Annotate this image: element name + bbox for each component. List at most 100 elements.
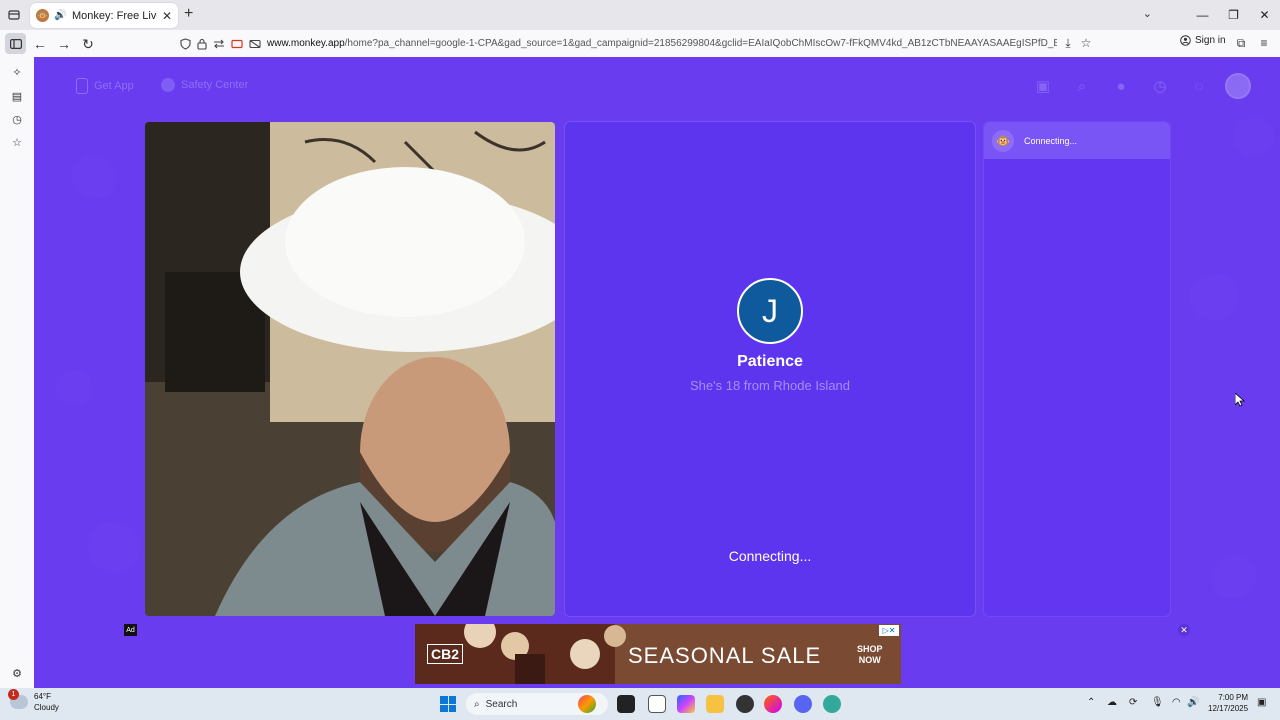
tab-list-icon[interactable]	[4, 5, 24, 25]
ad-brand: CB2	[427, 644, 464, 664]
monkey-favicon-icon: 🐵	[36, 9, 49, 22]
clock-time: 7:00 PM	[1218, 693, 1249, 702]
menu-icon[interactable]: ≡	[1257, 36, 1271, 50]
chat-status: Connecting...	[1024, 135, 1078, 146]
synced-tabs-icon[interactable]: ▤	[9, 88, 25, 104]
settings-gear-icon[interactable]: ⚙	[9, 665, 25, 681]
forward-button[interactable]: →	[54, 34, 74, 54]
onedrive-icon[interactable]: ☁	[1107, 697, 1117, 708]
minimize-button[interactable]: —	[1187, 0, 1218, 30]
taskbar: 1 64°F Cloudy ⌕ Search ⌃ ☁ ⟳ 🎙 ◠ 🔊 7:00 P…	[0, 688, 1280, 720]
chat-panel: 🐵 Connecting...	[983, 121, 1171, 617]
notepad-icon[interactable]	[648, 695, 666, 713]
copilot-icon[interactable]	[677, 695, 695, 713]
ai-chat-icon[interactable]: ✧	[9, 64, 25, 80]
peer-info: She's 18 from Rhode Island	[689, 378, 851, 393]
new-tab-button[interactable]: +	[184, 5, 193, 23]
search-icon: ⌕	[474, 698, 480, 710]
shield-icon[interactable]	[180, 37, 191, 50]
gender-filter-icon[interactable]: ●	[1111, 76, 1131, 96]
tab-title: Monkey: Free Live Video Ch	[72, 9, 157, 22]
monkey-icon: 🐵	[992, 129, 1014, 152]
ad-cta[interactable]: SHOP NOW	[857, 644, 883, 666]
history-icon[interactable]: ◷	[9, 111, 25, 127]
ad-cta-line2: NOW	[858, 655, 881, 665]
nav-bar: ← → ↻ www.monkey.app/home?pa_channel=goo…	[0, 30, 1280, 57]
sign-in-label: Sign in	[1195, 35, 1226, 46]
peer-name: Patience	[737, 353, 803, 370]
microphone-sharing-icon[interactable]	[249, 39, 261, 49]
chrome-icon[interactable]	[736, 695, 754, 713]
ad-headline: SEASONAL SALE	[628, 643, 822, 668]
shop-icon[interactable]: ▣	[1033, 76, 1053, 96]
weather-widget[interactable]: 1 64°F Cloudy	[8, 689, 59, 713]
tab-close-icon[interactable]: ✕	[162, 9, 172, 23]
local-video	[145, 122, 555, 616]
weather-temp: 64°F	[34, 692, 51, 701]
tray-expand-icon[interactable]: ⌃	[1087, 697, 1095, 708]
taskbar-search-label: Search	[485, 698, 518, 710]
download-icon[interactable]: ⤓	[1061, 36, 1075, 50]
lock-icon[interactable]	[197, 38, 207, 50]
clock-date: 12/17/2025	[1208, 704, 1249, 713]
bookmarks-icon[interactable]: ☆	[9, 134, 25, 150]
peer-avatar: J	[737, 278, 803, 344]
get-app-link[interactable]: Get App	[76, 78, 134, 94]
cloud-icon: 1	[8, 689, 28, 709]
history-clock-icon[interactable]: ◷	[1150, 76, 1170, 96]
volume-icon[interactable]: 🔊	[1187, 697, 1199, 708]
weather-badge: 1	[8, 689, 19, 700]
restore-button[interactable]: ❐	[1218, 0, 1249, 30]
microphone-icon[interactable]: 🎙	[1151, 697, 1164, 708]
monkey-page: Get App Safety Center ▣ ⌕ ● ◷ ◌ J Patien…	[34, 57, 1280, 688]
ad-label: Ad	[124, 624, 137, 636]
camera-sharing-icon[interactable]	[231, 39, 243, 49]
connection-status: Connecting...	[728, 548, 812, 564]
ad-choices-icon[interactable]: ▷✕	[879, 625, 899, 636]
windows-start-icon[interactable]	[440, 696, 456, 712]
phone-icon	[76, 78, 88, 94]
safety-center-link[interactable]: Safety Center	[161, 78, 248, 92]
notifications-icon[interactable]: ▣	[1257, 697, 1266, 708]
close-window-button[interactable]: ✕	[1249, 0, 1280, 30]
browser-tab[interactable]: 🐵 🔊 Monkey: Free Live Video Ch ✕	[30, 3, 178, 28]
tab-strip: 🐵 🔊 Monkey: Free Live Video Ch ✕ + ⌄ — ❐…	[0, 0, 1280, 30]
address-bar[interactable]: www.monkey.app/home?pa_channel=google-1-…	[174, 32, 1100, 55]
file-explorer-icon[interactable]	[706, 695, 724, 713]
discord-icon[interactable]	[794, 695, 812, 713]
ad-close-button[interactable]: ✕	[1178, 624, 1190, 636]
search-icon[interactable]: ⌕	[1072, 76, 1092, 96]
sync-icon[interactable]: ⟳	[1129, 697, 1137, 708]
sidebar-toggle-button[interactable]	[5, 33, 26, 54]
safety-center-label: Safety Center	[181, 79, 249, 91]
reload-button[interactable]: ↻	[78, 34, 98, 54]
extensions-icon[interactable]: ⧉	[1234, 36, 1248, 50]
clock[interactable]: 7:00 PM 12/17/2025	[1208, 692, 1248, 714]
peer-panel: J Patience She's 18 from Rhode Island Co…	[564, 121, 976, 617]
weather-condition: Cloudy	[34, 703, 59, 712]
globe-app-icon[interactable]	[823, 695, 841, 713]
task-view-icon[interactable]	[617, 695, 635, 713]
browser-sidebar: ✧ ▤ ◷ ☆ ⚙	[0, 57, 34, 688]
chat-header: 🐵 Connecting...	[984, 122, 1170, 159]
widgets-icon[interactable]	[578, 695, 596, 713]
speaker-icon[interactable]: 🔊	[54, 9, 67, 22]
url-text: www.monkey.app/home?pa_channel=google-1-…	[267, 38, 1057, 49]
camera-feed-image	[145, 122, 555, 616]
back-button[interactable]: ←	[30, 34, 50, 54]
window-controls: — ❐ ✕	[1187, 0, 1280, 30]
wifi-icon[interactable]: ◠	[1172, 697, 1181, 708]
firefox-icon[interactable]	[764, 695, 782, 713]
chevron-down-icon[interactable]: ⌄	[1143, 7, 1152, 20]
permissions-icon[interactable]	[213, 39, 225, 49]
mouse-cursor-icon	[1235, 393, 1245, 407]
ad-cta-line1: SHOP	[857, 644, 883, 654]
profile-avatar[interactable]	[1225, 73, 1251, 99]
bookmark-star-icon[interactable]: ☆	[1079, 36, 1093, 50]
account-icon	[1180, 35, 1191, 46]
sign-in-button[interactable]: Sign in	[1180, 35, 1226, 46]
ad-banner[interactable]: CB2 SEASONAL SALE SHOP NOW ▷✕	[415, 624, 901, 684]
messages-icon[interactable]: ◌	[1189, 76, 1209, 96]
get-app-label: Get App	[94, 80, 134, 92]
safety-shield-icon	[161, 78, 175, 92]
